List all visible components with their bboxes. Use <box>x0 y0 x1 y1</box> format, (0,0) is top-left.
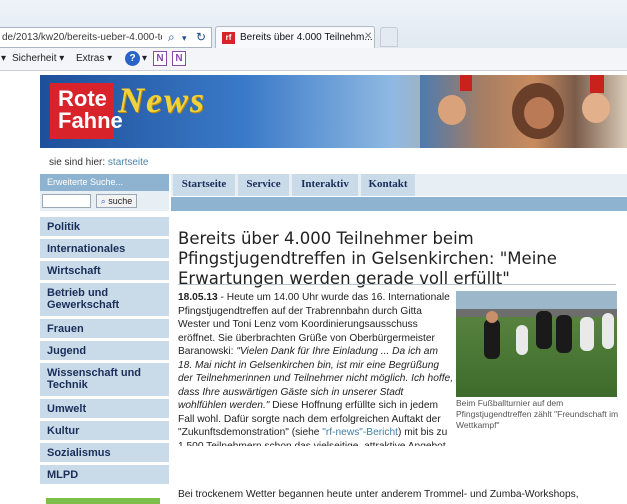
tab-interaktiv[interactable]: Interaktiv <box>292 174 358 196</box>
browser-tab[interactable]: rf Bereits über 4.000 Teilnehm... ✕ <box>215 26 375 50</box>
search-button[interactable]: ⌕ suche <box>96 194 137 208</box>
command-bar: ▾ Sicherheit ▾ Extras ▾ ? ▾ N N <box>0 48 627 71</box>
help-icon[interactable]: ? <box>125 51 140 66</box>
article-date: 18.05.13 <box>178 292 218 303</box>
search-icon: ⌕ <box>100 196 106 206</box>
refresh-icon[interactable]: ↻ <box>196 30 206 44</box>
photo-caption: Beim Fußballturnier auf dem Pfingstjugen… <box>456 398 619 430</box>
logo-fahne: Fahne <box>58 108 123 133</box>
rf-news-link[interactable]: "rf-news"-Bericht <box>322 427 398 438</box>
crowd-photo <box>420 75 627 148</box>
sidebar-item-betrieb[interactable]: Betrieb und Gewerkschaft <box>40 283 169 319</box>
article-intro: 18.05.13 - Heute um 14.00 Uhr wurde das … <box>178 292 454 446</box>
new-tab-button[interactable] <box>380 27 398 47</box>
close-icon[interactable]: ✕ <box>364 31 372 42</box>
sidebar-item-frauen[interactable]: Frauen <box>40 319 169 341</box>
title-divider <box>178 284 616 285</box>
menu-sicherheit[interactable]: Sicherheit ▾ <box>12 53 64 64</box>
search-icon[interactable]: ⌕ <box>168 30 175 45</box>
article-intro-continued <box>178 446 622 474</box>
onenote-send-icon[interactable]: N <box>172 51 186 66</box>
sidebar-item-wirtschaft[interactable]: Wirtschaft <box>40 261 169 283</box>
article-photo[interactable] <box>456 291 617 397</box>
sidebar-item-jugend[interactable]: Jugend <box>40 341 169 363</box>
site-banner: Rote Fahne News <box>40 75 627 148</box>
tab-kontakt[interactable]: Kontakt <box>361 174 415 196</box>
advanced-search-link[interactable]: Erweiterte Suche... <box>40 174 169 191</box>
sub-nav-bar <box>171 197 627 211</box>
search-input[interactable] <box>42 194 91 208</box>
help-dropdown-icon[interactable]: ▾ <box>142 53 147 64</box>
onenote-icon[interactable]: N <box>153 51 167 66</box>
search-row: ⌕ suche <box>40 191 169 211</box>
article-paragraph-2: Bei trockenem Wetter begannen heute unte… <box>178 489 579 500</box>
sidebar-green-block <box>46 498 160 504</box>
breadcrumb-link-startseite[interactable]: startseite <box>108 157 149 168</box>
favicon: rf <box>222 32 235 44</box>
sidebar-nav: Politik Internationales Wirtschaft Betri… <box>40 217 169 487</box>
sidebar-item-politik[interactable]: Politik <box>40 217 169 239</box>
sidebar-item-mlpd[interactable]: MLPD <box>40 465 169 487</box>
sidebar-item-umwelt[interactable]: Umwelt <box>40 399 169 421</box>
logo-news: News <box>118 80 206 120</box>
chevron-down-icon[interactable]: ▾ <box>1 53 6 64</box>
sidebar-item-kultur[interactable]: Kultur <box>40 421 169 443</box>
address-bar[interactable]: de/2013/kw20/bereits-ueber-4.000-te ⌕ ▾ … <box>0 27 212 48</box>
tab-title: Bereits über 4.000 Teilnehm... <box>240 32 373 43</box>
address-text: de/2013/kw20/bereits-ueber-4.000-te <box>2 32 162 43</box>
dropdown-arrow-icon[interactable]: ▾ <box>182 33 187 44</box>
sidebar-item-wissenschaft[interactable]: Wissenschaft und Technik <box>40 363 169 399</box>
menu-extras[interactable]: Extras ▾ <box>76 53 112 64</box>
article-title: Bereits über 4.000 Teilnehmer beim Pfing… <box>178 229 557 288</box>
breadcrumb: sie sind hier: startseite <box>49 157 149 168</box>
sidebar-item-sozialismus[interactable]: Sozialismus <box>40 443 169 465</box>
sidebar-item-internationales[interactable]: Internationales <box>40 239 169 261</box>
top-nav: Startseite Service Interaktiv Kontakt <box>171 174 627 196</box>
tab-service[interactable]: Service <box>238 174 289 196</box>
tab-startseite[interactable]: Startseite <box>173 174 235 196</box>
